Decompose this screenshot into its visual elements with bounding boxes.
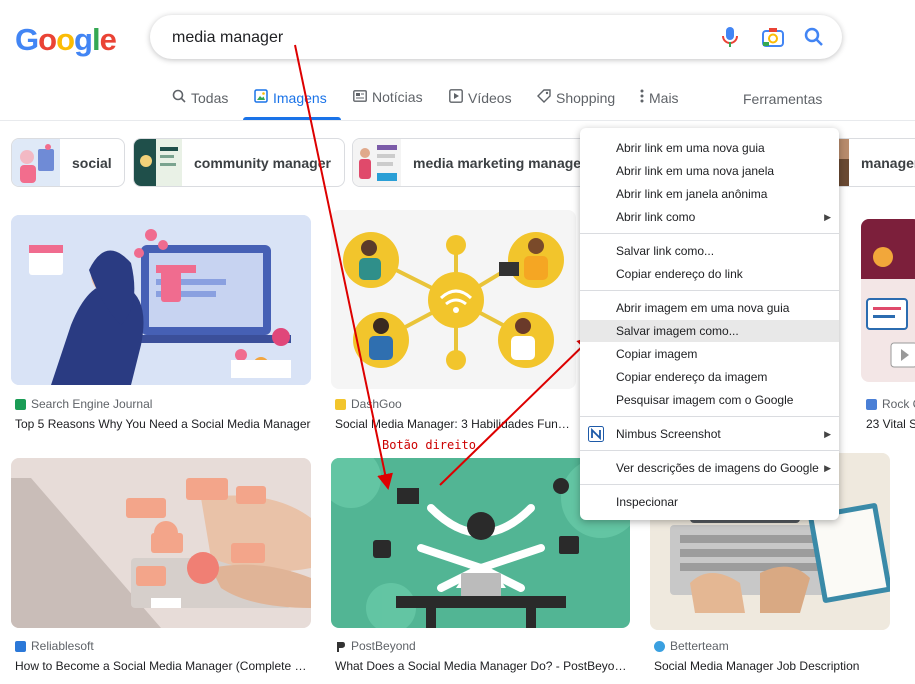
nimbus-icon	[588, 426, 604, 442]
context-menu: Abrir link em uma nova guia Abrir link e…	[580, 128, 839, 520]
menu-item-save-image-as[interactable]: Salvar imagem como...	[580, 320, 839, 342]
menu-item-open-link-new-window[interactable]: Abrir link em uma nova janela	[580, 160, 839, 182]
menu-item-open-image-new-tab[interactable]: Abrir imagem em uma nova guia	[580, 297, 839, 319]
menu-item-copy-image-address[interactable]: Copiar endereço da imagem	[580, 366, 839, 388]
submenu-arrow-icon: ▶	[824, 212, 831, 222]
menu-item-image-descriptions[interactable]: Ver descrições de imagens do Google ▶	[580, 457, 839, 479]
menu-separator	[580, 290, 839, 291]
menu-separator	[580, 233, 839, 234]
menu-separator	[580, 484, 839, 485]
menu-item-search-image-google[interactable]: Pesquisar imagem com o Google	[580, 389, 839, 411]
menu-item-save-link-as[interactable]: Salvar link como...	[580, 240, 839, 262]
menu-item-inspect[interactable]: Inspecionar	[580, 491, 839, 513]
menu-item-copy-image[interactable]: Copiar imagem	[580, 343, 839, 365]
menu-item-copy-link-address[interactable]: Copiar endereço do link	[580, 263, 839, 285]
submenu-arrow-icon: ▶	[824, 429, 831, 439]
submenu-arrow-icon: ▶	[824, 463, 831, 473]
menu-separator	[580, 450, 839, 451]
menu-item-open-link-as[interactable]: Abrir link como ▶	[580, 206, 839, 228]
annotation-label: Botão direito	[382, 438, 476, 452]
menu-item-nimbus-screenshot[interactable]: Nimbus Screenshot ▶	[580, 423, 839, 445]
menu-separator	[580, 416, 839, 417]
menu-item-open-link-new-tab[interactable]: Abrir link em uma nova guia	[580, 137, 839, 159]
menu-item-open-link-incognito[interactable]: Abrir link em janela anônima	[580, 183, 839, 205]
